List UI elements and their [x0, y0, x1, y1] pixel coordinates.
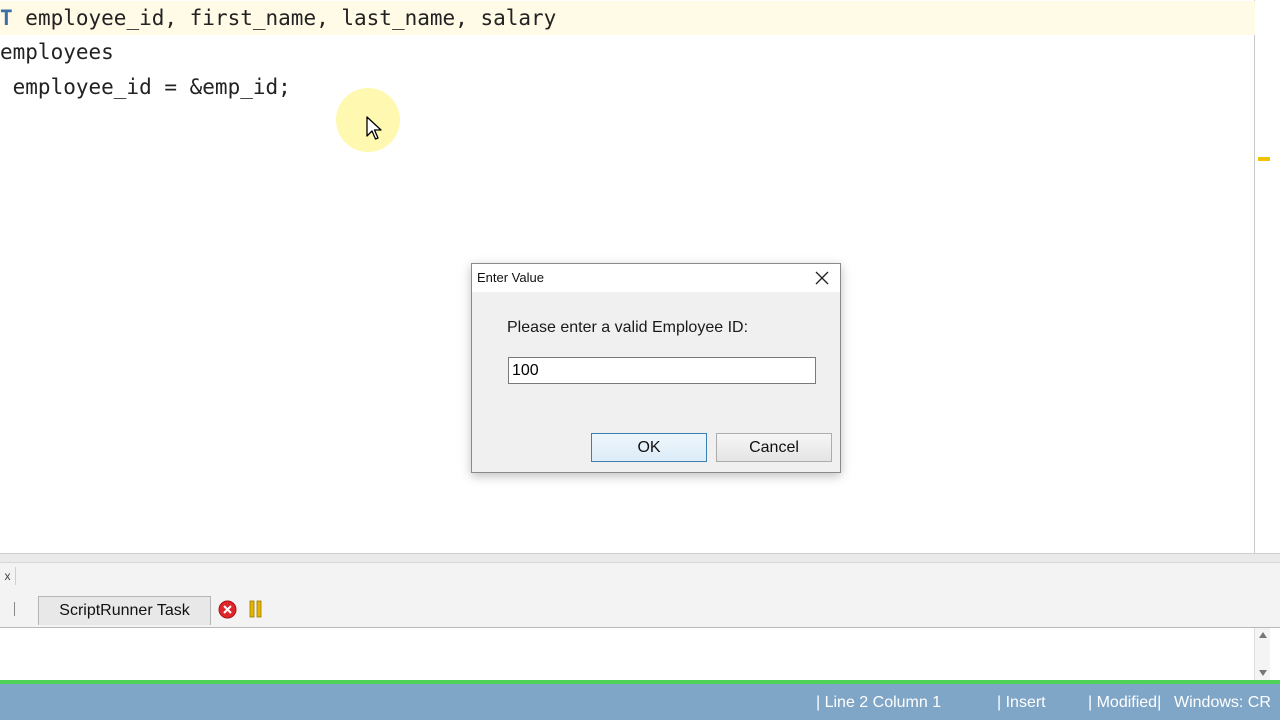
- scroll-marker: [1258, 157, 1270, 161]
- app-window: T employee_id, first_name, last_name, sa…: [0, 0, 1280, 720]
- ok-button[interactable]: OK: [591, 433, 707, 462]
- scroll-up-icon[interactable]: [1259, 632, 1267, 638]
- status-modified: | Modified|: [1088, 694, 1162, 711]
- close-icon[interactable]: [810, 266, 834, 290]
- code-text: employees: [0, 40, 114, 64]
- code-text: employee_id, first_name, last_name, sala…: [12, 6, 557, 30]
- code-line-2[interactable]: employees: [0, 35, 1255, 69]
- tab-separator: [14, 602, 15, 616]
- status-bar: | Line 2 Column 1 | Insert | Modified| W…: [0, 684, 1280, 720]
- panel-close-button[interactable]: x: [0, 567, 16, 585]
- panel-splitter[interactable]: [0, 553, 1280, 563]
- enter-value-dialog: Enter Value Please enter a valid Employe…: [471, 263, 841, 473]
- panel-header: [0, 563, 1280, 591]
- dialog-titlebar[interactable]: Enter Value: [472, 264, 840, 292]
- status-line-ending: Windows: CR: [1174, 694, 1271, 711]
- tab-scriptrunner-task[interactable]: ScriptRunner Task: [38, 596, 211, 625]
- cursor-icon: [366, 116, 382, 140]
- task-output-area[interactable]: [0, 628, 1280, 680]
- pause-icon[interactable]: [249, 600, 263, 618]
- dialog-title: Enter Value: [477, 270, 544, 285]
- employee-id-input[interactable]: [508, 357, 816, 384]
- status-insert-mode: | Insert: [997, 694, 1046, 711]
- code-line-1[interactable]: T employee_id, first_name, last_name, sa…: [0, 1, 1255, 35]
- output-scrollbar[interactable]: [1254, 628, 1270, 680]
- code-keyword: T: [0, 6, 13, 30]
- scroll-down-icon[interactable]: [1259, 670, 1267, 676]
- cancel-button[interactable]: Cancel: [716, 433, 832, 462]
- code-text: employee_id = &emp_id;: [0, 75, 291, 99]
- dialog-prompt: Please enter a valid Employee ID:: [507, 319, 749, 336]
- editor-vertical-scrollbar[interactable]: [1255, 0, 1280, 553]
- stop-icon[interactable]: [218, 600, 237, 619]
- status-cursor-position: | Line 2 Column 1: [816, 694, 942, 711]
- code-line-3[interactable]: employee_id = &emp_id;: [0, 70, 1255, 104]
